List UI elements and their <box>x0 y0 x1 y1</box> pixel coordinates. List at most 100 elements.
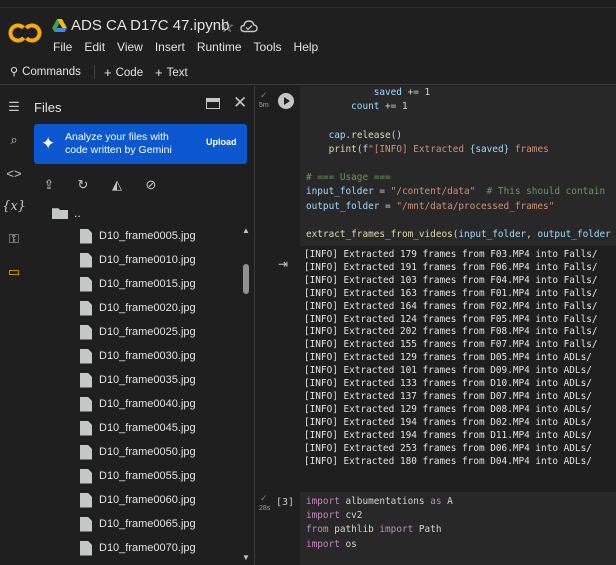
file-name: D10_frame0035.jpg <box>99 374 196 386</box>
table-of-contents-icon[interactable]: ☰ <box>5 98 23 116</box>
code-label: Code <box>115 66 144 79</box>
output-line: [INFO] Extracted 163 frames from F01.MP4… <box>304 287 598 299</box>
file-name: D10_frame0025.jpg <box>99 326 196 338</box>
file-row[interactable]: D10_frame0015.jpg <box>80 272 196 296</box>
file-row[interactable]: D10_frame0035.jpg <box>80 368 196 392</box>
code-line: print(f"[INFO] Extracted {saved} frames <box>328 143 549 155</box>
menu-edit[interactable]: Edit <box>84 40 105 54</box>
file-icon <box>80 396 92 412</box>
scroll-up-arrow-icon[interactable]: ▲ <box>242 226 250 235</box>
output-line: [INFO] Extracted 191 frames from F06.MP4… <box>304 261 598 273</box>
menu-runtime[interactable]: Runtime <box>197 40 242 54</box>
code-editor[interactable]: import albumentations as A import cv2 from… <box>300 492 616 565</box>
files-panel: Files ✕ ✦ Analyze your files with code w… <box>28 86 255 565</box>
file-icon <box>80 420 92 436</box>
hide-files-icon[interactable]: ⊘ <box>142 176 160 194</box>
plus-icon: + <box>104 65 112 80</box>
output-line: [INFO] Extracted 202 frames from F08.MP4… <box>304 326 598 338</box>
menu-view[interactable]: View <box>117 40 143 54</box>
file-name: D10_frame0060.jpg <box>99 494 196 506</box>
menu-file[interactable]: File <box>53 40 72 54</box>
file-icon <box>80 276 92 292</box>
close-icon[interactable]: ✕ <box>233 93 247 113</box>
file-name: D10_frame0005.jpg <box>99 230 196 242</box>
colab-logo[interactable] <box>8 22 42 44</box>
refresh-icon[interactable]: ↻ <box>74 176 92 194</box>
menu-help[interactable]: Help <box>294 40 319 54</box>
file-row[interactable]: D10_frame0020.jpg <box>80 296 196 320</box>
commands-label: Commands <box>22 65 81 78</box>
scrollbar-thumb[interactable] <box>243 264 249 294</box>
code-line: import os <box>306 538 357 550</box>
cloud-saved-icon[interactable] <box>240 19 258 33</box>
gemini-banner-text: Analyze your files with code written by … <box>65 131 172 156</box>
file-row[interactable]: D10_frame0060.jpg <box>80 488 196 512</box>
code-line: # === Usage === <box>306 172 391 184</box>
file-row[interactable]: D10_frame0025.jpg <box>80 320 196 344</box>
file-row[interactable]: D10_frame0070.jpg <box>80 536 196 560</box>
file-icon <box>80 492 92 508</box>
file-row[interactable]: D10_frame0040.jpg <box>80 392 196 416</box>
code-snippets-icon[interactable]: <> <box>5 164 23 182</box>
file-name: D10_frame0045.jpg <box>99 422 196 434</box>
menu-tools[interactable]: Tools <box>254 40 282 54</box>
output-line: [INFO] Extracted 124 frames from F05.MP4… <box>304 313 598 325</box>
file-row[interactable]: D10_frame0065.jpg <box>80 512 196 536</box>
file-row[interactable]: D10_frame0005.jpg <box>80 224 196 248</box>
mount-drive-icon[interactable]: ◭ <box>108 176 126 194</box>
output-line: [INFO] Extracted 179 frames from F03.MP4… <box>304 249 598 260</box>
file-actions: ⇪ ↻ ◭ ⊘ <box>40 176 160 194</box>
secrets-key-icon[interactable]: ⚿ <box>5 230 23 248</box>
file-name: D10_frame0055.jpg <box>99 470 196 482</box>
run-cell-button[interactable] <box>278 93 294 109</box>
add-text-button[interactable]: + Text <box>155 65 188 80</box>
file-list-scrollbar[interactable]: ▲ ▼ <box>240 224 252 565</box>
notebook-title[interactable]: ADS CA D17C 47.ipynb <box>71 17 229 34</box>
output-line: [INFO] Extracted 103 frames from F04.MP4… <box>304 274 598 286</box>
menu-insert[interactable]: Insert <box>155 40 185 54</box>
files-folder-icon[interactable]: ▭ <box>5 263 23 281</box>
output-line: [INFO] Extracted 155 frames from F07.MP4… <box>304 339 598 351</box>
output-line: [INFO] Extracted 194 frames from D02.MP4… <box>304 416 592 428</box>
execution-count: [3] <box>276 497 295 508</box>
open-in-tab-icon[interactable] <box>206 98 220 109</box>
output-line: [INFO] Extracted 129 frames from D08.MP4… <box>304 403 592 415</box>
code-line: input_folder = "/content/data" # This sh… <box>306 186 606 198</box>
menu-bar: File Edit View Insert Runtime Tools Help <box>53 40 330 54</box>
find-icon[interactable]: ⌕ <box>5 131 23 149</box>
code-editor[interactable]: saved += 1 count += 1 cap.release() prin… <box>300 86 616 246</box>
parent-folder-row[interactable]: .. <box>52 206 81 220</box>
upload-button[interactable]: Upload <box>206 137 237 147</box>
notebook-main: ✓ 5m saved += 1 count += 1 cap.release()… <box>256 86 616 565</box>
toolbar-divider <box>94 65 95 79</box>
star-icon[interactable]: ☆ <box>220 17 234 37</box>
file-row[interactable]: D10_frame0050.jpg <box>80 440 196 464</box>
output-line: [INFO] Extracted 101 frames from D09.MP4… <box>304 365 592 377</box>
file-name: D10_frame0020.jpg <box>99 302 196 314</box>
file-name: D10_frame0030.jpg <box>99 350 196 362</box>
file-name: D10_frame0010.jpg <box>99 254 196 266</box>
variables-icon[interactable]: {x} <box>2 197 26 215</box>
code-line: output_folder = "/mnt/data/processed_fra… <box>306 200 555 212</box>
output-line: [INFO] Extracted 180 frames from D04.MP4… <box>304 455 592 467</box>
output-line: [INFO] Extracted 253 frames from D06.MP4… <box>304 442 592 454</box>
executed-check-icon: ✓ <box>260 90 268 100</box>
scroll-down-arrow-icon[interactable]: ▼ <box>242 553 250 562</box>
file-row[interactable]: D10_frame0010.jpg <box>80 248 196 272</box>
output-line: [INFO] Extracted 164 frames from F02.MP4… <box>304 300 598 312</box>
file-icon <box>80 444 92 460</box>
file-row[interactable]: D10_frame0030.jpg <box>80 344 196 368</box>
code-line: import albumentations as A <box>306 496 453 507</box>
upload-file-icon[interactable]: ⇪ <box>40 176 58 194</box>
commands-button[interactable]: ⚲ Commands <box>10 65 81 79</box>
file-icon <box>80 372 92 388</box>
code-line: saved += 1 <box>373 87 431 98</box>
file-name: D10_frame0015.jpg <box>99 278 196 290</box>
add-code-button[interactable]: + Code <box>104 65 143 80</box>
output-actions-icon[interactable]: ⇥ <box>278 257 294 271</box>
output-line: [INFO] Extracted 129 frames from D05.MP4… <box>304 352 592 364</box>
file-row[interactable]: D10_frame0045.jpg <box>80 416 196 440</box>
gemini-banner[interactable]: ✦ Analyze your files with code written b… <box>34 124 247 164</box>
file-row[interactable]: D10_frame0055.jpg <box>80 464 196 488</box>
